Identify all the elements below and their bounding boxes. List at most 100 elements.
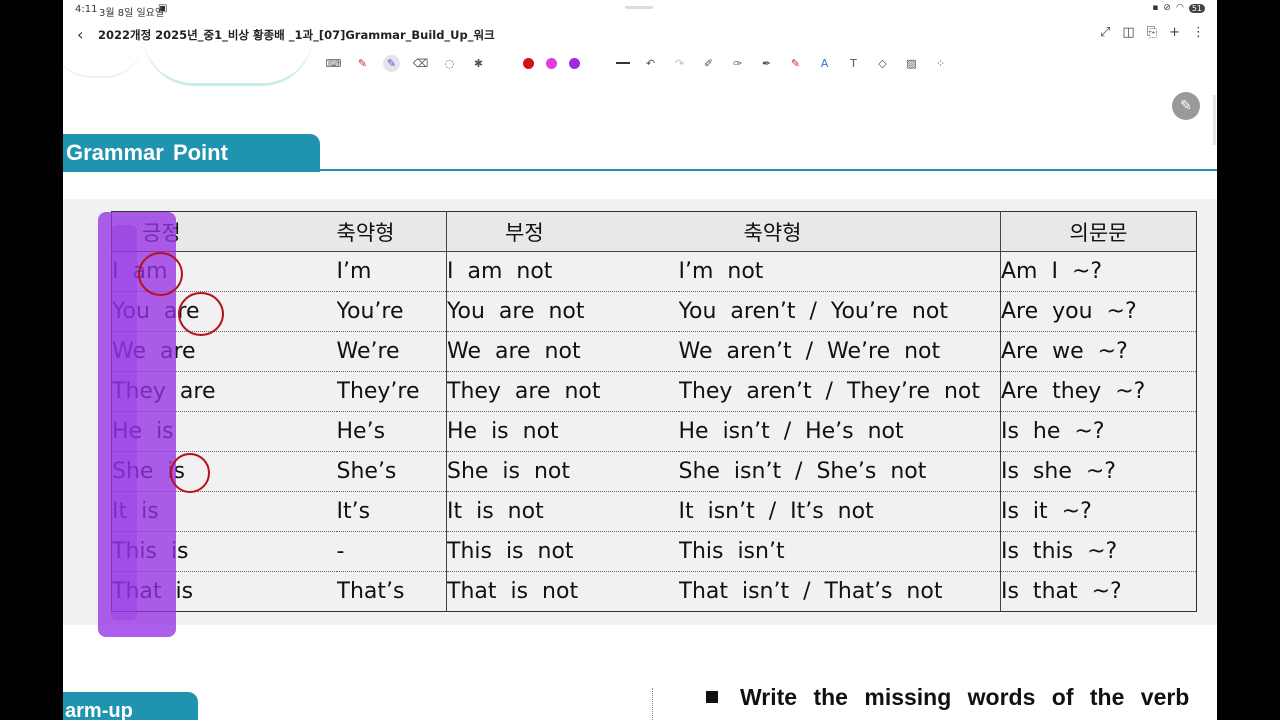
section-divider	[320, 169, 1217, 171]
color-red[interactable]	[523, 57, 534, 69]
negative-contraction-cell: You aren’t / You’re not	[678, 291, 1001, 332]
negative-cell: We are not	[446, 331, 679, 372]
column-divider	[652, 688, 653, 720]
negative-cell: She is not	[446, 451, 679, 492]
line-width-icon[interactable]	[616, 62, 630, 64]
pen-tool-icon[interactable]: ✎	[354, 55, 371, 72]
header-question: 의문문	[1000, 211, 1197, 252]
lasso-icon[interactable]: ◌	[441, 55, 458, 72]
table-row: It isIt’sIt is notIt isn’t / It’s notIs …	[111, 491, 1197, 532]
shapes-icon[interactable]: ◇	[874, 55, 891, 72]
status-date: 3월 8일 일요일	[99, 8, 165, 19]
annotation-circle	[170, 453, 210, 493]
header-negative: 부정	[446, 211, 679, 252]
calligraphy-icon[interactable]: ✒	[758, 55, 775, 72]
negative-contraction-cell: It isn’t / It’s not	[678, 491, 1001, 532]
page-scroll-handle[interactable]	[1213, 95, 1216, 145]
annotation-circle	[138, 252, 183, 296]
status-time: 4:11	[75, 4, 98, 15]
more-tools-icon[interactable]: ⁘	[932, 55, 949, 72]
image-insert-icon[interactable]: ▨	[903, 55, 920, 72]
contraction-cell: We’re	[336, 331, 447, 372]
note-app: 4:11 3월 8일 일요일 ▣ ▪ ⊘ ◠ 51 ‹ 2022개정 2025년…	[63, 0, 1217, 720]
question-cell: Is this ~?	[1000, 531, 1197, 572]
status-icons: ▪ ⊘ ◠ 51	[1152, 3, 1205, 13]
pencil-icon: ✎	[1180, 98, 1192, 114]
negative-cell: I am not	[446, 251, 679, 292]
battery-indicator: 51	[1188, 3, 1205, 13]
undo-icon[interactable]: ↶	[642, 55, 659, 72]
page-layout-icon[interactable]: ◫	[1122, 25, 1134, 40]
export-icon[interactable]: ⎘	[1147, 25, 1157, 40]
marker-icon[interactable]: ✎	[787, 55, 804, 72]
table-row: She isShe’sShe is notShe isn’t / She’s n…	[111, 451, 1197, 492]
more-menu-icon[interactable]: ⋮	[1192, 25, 1205, 40]
shape-tool-icon[interactable]: ✱	[470, 55, 487, 72]
header-negative-contraction: 축약형	[678, 211, 1001, 252]
negative-contraction-cell: He isn’t / He’s not	[678, 411, 1001, 452]
redo-icon[interactable]: ↷	[671, 55, 688, 72]
title-actions: ⤢ ◫ ⎘ + ⋮	[1100, 25, 1205, 40]
expand-icon[interactable]: ⤢	[1100, 25, 1110, 40]
table-row: We areWe’reWe are notWe aren’t / We’re n…	[111, 331, 1197, 372]
question-cell: Is it ~?	[1000, 491, 1197, 532]
question-cell: Are you ~?	[1000, 291, 1197, 332]
negative-cell: They are not	[446, 371, 679, 412]
negative-contraction-cell: That isn’t / That’s not	[678, 571, 1001, 612]
text-box-icon[interactable]: T	[845, 55, 862, 72]
pen-button[interactable]: ✎	[1172, 92, 1200, 120]
status-bar: 4:11 3월 8일 일요일 ▣ ▪ ⊘ ◠ 51	[63, 0, 1217, 20]
notification-icon: ▪	[1152, 3, 1159, 13]
table-row: I amI’mI am notI’m notAm I ~?	[111, 251, 1197, 292]
contraction-cell: -	[336, 531, 447, 572]
table-row: That isThat’sThat is notThat isn’t / Tha…	[111, 571, 1197, 612]
contraction-cell: That’s	[336, 571, 447, 612]
pen-style-icon[interactable]: ✑	[729, 55, 746, 72]
negative-contraction-cell: We aren’t / We’re not	[678, 331, 1001, 372]
text-recognition-icon[interactable]: A	[816, 55, 833, 72]
window-grabber[interactable]	[625, 6, 653, 9]
add-page-icon[interactable]: +	[1169, 25, 1180, 40]
table-header-row: 긍정 축약형 부정 축약형 의문문	[111, 211, 1197, 252]
table-row: You areYou’reYou are notYou aren’t / You…	[111, 291, 1197, 332]
instruction-text: Write the missing words of the verb	[706, 684, 1189, 711]
question-cell: Is she ~?	[1000, 451, 1197, 492]
mute-icon: ⊘	[1163, 3, 1171, 13]
grammar-table: 긍정 축약형 부정 축약형 의문문 I amI’mI am notI’m not…	[111, 211, 1197, 612]
negative-cell: This is not	[446, 531, 679, 572]
contraction-cell: I’m	[336, 251, 447, 292]
color-purple[interactable]	[569, 57, 580, 69]
question-cell: Is that ~?	[1000, 571, 1197, 612]
negative-cell: It is not	[446, 491, 679, 532]
section-title: Grammar Point	[63, 134, 320, 172]
negative-cell: You are not	[446, 291, 679, 332]
drawing-toolbar: ⌨ ✎ ✎ ⌫ ◌ ✱ ↶ ↷ ✐ ✑ ✒ ✎ A T ◇ ▨ ⁘	[325, 53, 949, 73]
wifi-icon: ◠	[1175, 3, 1184, 13]
decorative-arc	[63, 40, 143, 78]
question-cell: Is he ~?	[1000, 411, 1197, 452]
bullet-square	[706, 691, 718, 703]
contraction-cell: He’s	[336, 411, 447, 452]
contraction-cell: You’re	[336, 291, 447, 332]
color-pink[interactable]	[546, 57, 557, 69]
negative-cell: That is not	[446, 571, 679, 612]
question-cell: Am I ~?	[1000, 251, 1197, 292]
keyboard-icon[interactable]: ⌨	[325, 55, 342, 72]
pen-mode-icon[interactable]: ✐	[700, 55, 717, 72]
annotation-circle	[178, 292, 224, 336]
negative-contraction-cell: I’m not	[678, 251, 1001, 292]
eraser-icon[interactable]: ⌫	[412, 55, 429, 72]
question-cell: Are they ~?	[1000, 371, 1197, 412]
negative-contraction-cell: This isn’t	[678, 531, 1001, 572]
table-row: This is-This is notThis isn’tIs this ~?	[111, 531, 1197, 572]
warmup-section-tab: arm-up	[63, 692, 198, 720]
contraction-cell: It’s	[336, 491, 447, 532]
table-row: They areThey’reThey are notThey aren’t /…	[111, 371, 1197, 412]
negative-contraction-cell: They aren’t / They’re not	[678, 371, 1001, 412]
contraction-cell: She’s	[336, 451, 447, 492]
table-row: He isHe’sHe is notHe isn’t / He’s notIs …	[111, 411, 1197, 452]
highlighter-tool-icon[interactable]: ✎	[383, 54, 400, 72]
question-cell: Are we ~?	[1000, 331, 1197, 372]
screen-record-icon: ▣	[158, 3, 168, 14]
decorative-arc	[143, 35, 313, 86]
